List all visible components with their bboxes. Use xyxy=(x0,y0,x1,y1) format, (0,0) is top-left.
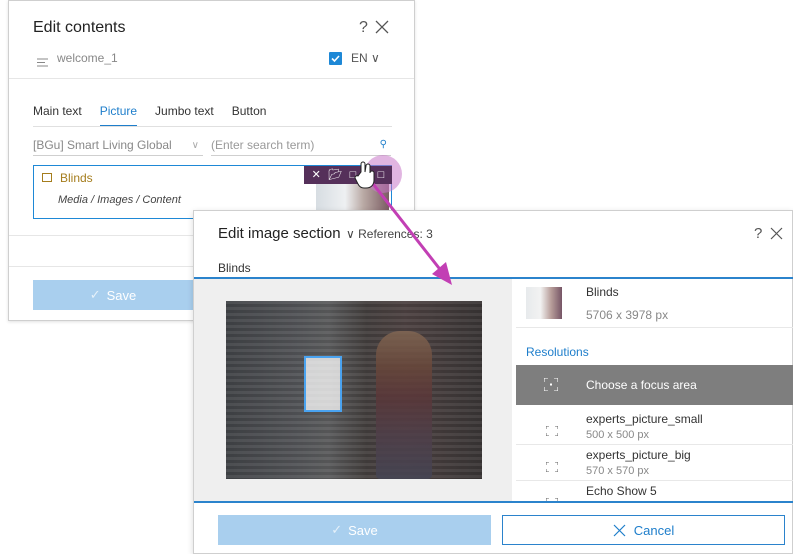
cancel-label: Cancel xyxy=(633,522,675,538)
language-select[interactable]: EN ∨ xyxy=(351,51,380,65)
help-button[interactable]: ? xyxy=(754,225,762,242)
dialog-title: Edit image section xyxy=(218,225,341,242)
chevron-down-icon: ∨ xyxy=(191,140,199,151)
image-link-icon[interactable]: □ xyxy=(378,166,385,184)
image-toolbar: ✕ 📂︎ □ □ □ xyxy=(304,166,392,184)
document-name: welcome_1 xyxy=(57,51,118,65)
image-preview xyxy=(226,301,482,479)
folder-icon[interactable]: 📂︎ xyxy=(328,166,342,184)
crop-frame-icon xyxy=(545,459,559,473)
dialog-title: Edit contents xyxy=(33,19,126,36)
search-icon[interactable]: ⚲ xyxy=(380,139,387,150)
help-button[interactable]: ? xyxy=(359,19,368,37)
photo-dim-overlay xyxy=(226,301,482,479)
content-tabs: Main text Picture Jumbo text Button xyxy=(33,104,284,127)
image-size: 5706 x 3978 px xyxy=(586,308,669,322)
source-select-value: [BGu] Smart Living Global xyxy=(33,138,172,152)
cancel-button[interactable]: Cancel xyxy=(502,515,785,545)
close-icon[interactable] xyxy=(375,20,389,34)
resolution-item[interactable]: experts_picture_small 500 x 500 px xyxy=(516,409,793,445)
search-placeholder: (Enter search term) xyxy=(211,138,315,152)
image-icon xyxy=(42,173,52,182)
edit-image-section-dialog: Edit image section ∨ References: 3 ? Bli… xyxy=(193,210,793,554)
divider xyxy=(194,501,793,503)
edit-section-icon[interactable]: □ xyxy=(364,166,371,184)
resolution-item[interactable]: experts_picture_big 570 x 570 px xyxy=(516,445,793,481)
picked-image-path: Media / Images / Content xyxy=(58,194,181,206)
search-input[interactable]: (Enter search term) ⚲ xyxy=(211,138,391,156)
tab-picture[interactable]: Picture xyxy=(99,104,138,127)
tab-main-text[interactable]: Main text xyxy=(33,104,82,127)
picked-image-label: Blinds xyxy=(60,171,93,185)
resolution-item[interactable]: Echo Show 5 xyxy=(516,481,793,501)
source-select[interactable]: [BGu] Smart Living Global ∨ xyxy=(33,138,203,156)
image-thumbnail xyxy=(526,287,562,319)
language-checkbox[interactable] xyxy=(329,52,342,65)
focus-area-frame[interactable] xyxy=(304,356,342,412)
divider xyxy=(33,126,392,127)
resolution-name: experts_picture_big xyxy=(586,448,691,462)
crop-frame-icon xyxy=(545,423,559,437)
divider xyxy=(9,78,414,79)
tab-jumbo-text[interactable]: Jumbo text xyxy=(155,104,214,127)
save-button[interactable]: ✓ Save xyxy=(33,280,193,310)
close-icon xyxy=(613,524,626,536)
image-name: Blinds xyxy=(586,285,619,299)
close-icon[interactable] xyxy=(770,227,783,240)
divider xyxy=(516,327,793,328)
text-lines-icon xyxy=(37,54,48,67)
choose-focus-area-button[interactable]: Choose a focus area xyxy=(516,365,793,405)
breadcrumb: Blinds xyxy=(218,261,251,275)
focus-target-icon xyxy=(543,377,559,392)
resolutions-pane: Blinds 5706 x 3978 px Resolutions Choose… xyxy=(516,279,793,501)
check-icon: ✓ xyxy=(331,522,343,537)
choose-focus-area-label: Choose a focus area xyxy=(586,378,697,392)
resolution-name: Echo Show 5 xyxy=(586,484,657,498)
image-select-icon[interactable]: □ xyxy=(350,166,357,184)
remove-icon[interactable]: ✕ xyxy=(312,166,321,184)
save-button[interactable]: ✓ Save xyxy=(218,515,491,545)
resolution-size: 570 x 570 px xyxy=(586,465,649,477)
save-label: Save xyxy=(348,522,378,538)
save-label: Save xyxy=(106,287,137,303)
check-icon: ✓ xyxy=(89,287,101,302)
tab-button[interactable]: Button xyxy=(232,104,267,127)
resolution-size: 500 x 500 px xyxy=(586,429,649,441)
resolutions-heading: Resolutions xyxy=(526,345,589,359)
references-toggle[interactable]: ∨ References: 3 xyxy=(346,227,433,241)
resolution-name: experts_picture_small xyxy=(586,412,703,426)
